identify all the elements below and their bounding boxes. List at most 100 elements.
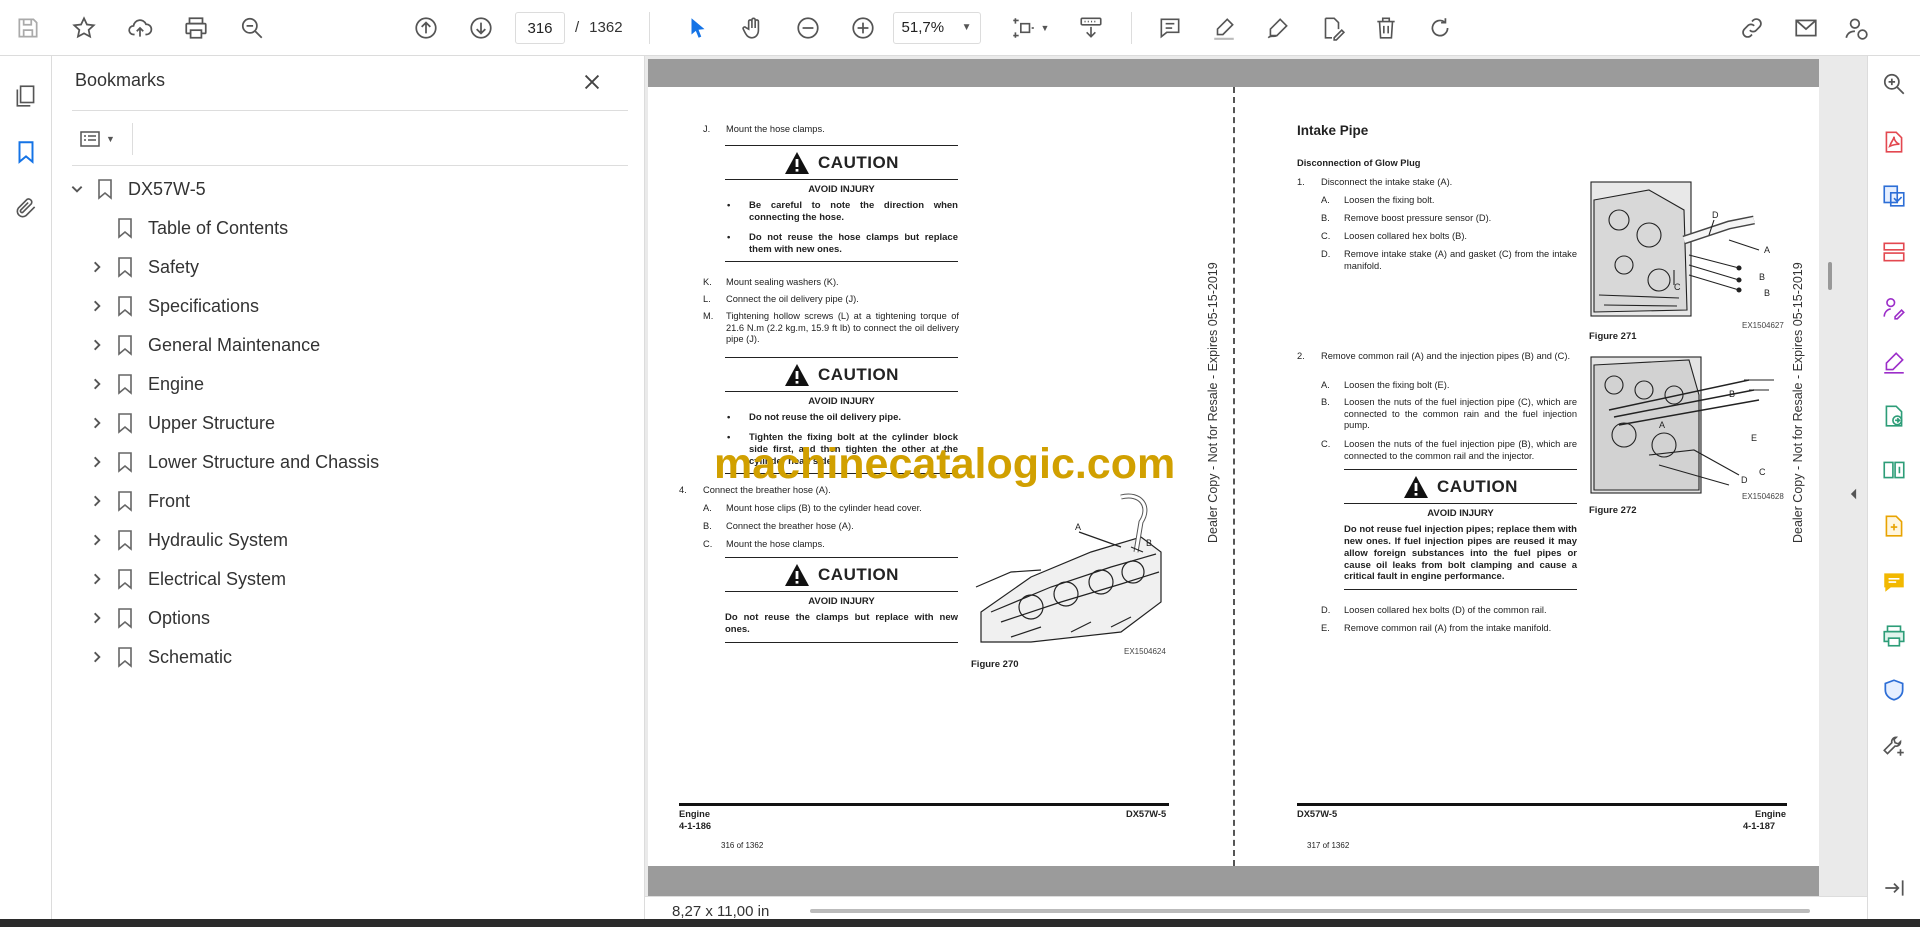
step-text: Loosen collared hex bolts (B). [1344, 231, 1467, 241]
callout-label: B [1764, 288, 1771, 298]
next-page-icon[interactable] [461, 8, 501, 48]
callout-label: A [1764, 245, 1771, 255]
main-toolbar: 316 / 1362 51,7% ▼ ▼ [0, 0, 1920, 56]
figure-id: EX1504624 [1124, 647, 1166, 656]
bookmark-item[interactable]: General Maintenance [88, 330, 320, 360]
delete-icon[interactable] [1366, 8, 1406, 48]
step-text: Mount hose clips (B) to the cylinder hea… [726, 503, 922, 513]
caution-box: CAUTION AVOID INJURY Do not reuse the cl… [725, 557, 958, 643]
warning-icon [785, 563, 810, 586]
export-pdf-icon[interactable] [1880, 128, 1908, 156]
bookmarks-toolbar: ▼ [72, 110, 628, 166]
chevron-down-icon[interactable]: ▼ [1041, 23, 1050, 33]
bookmark-item[interactable]: DX57W-5 [68, 174, 206, 204]
figure-271-image: D A B B C [1589, 180, 1782, 318]
bookmark-item[interactable]: Table of Contents [88, 213, 288, 243]
share-link-icon[interactable] [1732, 8, 1772, 48]
protect-shield-icon[interactable] [1880, 676, 1908, 704]
warning-icon [1404, 475, 1429, 498]
bookmark-icon [116, 217, 134, 239]
caution-bullet: Do not reuse the oil delivery pipe. [749, 411, 902, 423]
redo-icon[interactable] [1420, 8, 1460, 48]
star-icon[interactable] [64, 8, 104, 48]
zoom-search-icon[interactable] [1880, 70, 1908, 98]
chevron-right-icon[interactable] [88, 375, 106, 393]
vertical-scrollbar[interactable] [1828, 262, 1832, 290]
select-cursor-icon[interactable] [678, 8, 718, 48]
chevron-right-icon[interactable] [88, 570, 106, 588]
organize-pages-icon[interactable] [1880, 238, 1908, 266]
chevron-right-icon[interactable] [88, 297, 106, 315]
step-text: Loosen the nuts of the fuel injection pi… [1344, 397, 1577, 431]
bookmark-icon [116, 451, 134, 473]
print-icon[interactable] [176, 8, 216, 48]
chevron-right-icon[interactable] [88, 531, 106, 549]
bookmark-item[interactable]: Front [88, 486, 190, 516]
bookmark-label: Safety [148, 256, 200, 277]
step-text: Disconnect the intake stake (A). [1321, 177, 1453, 187]
bookmark-icon [116, 607, 134, 629]
print-production-icon[interactable] [1880, 622, 1908, 650]
bookmark-item[interactable]: Electrical System [88, 564, 286, 594]
step-text: Connect the oil delivery pipe (J). [726, 294, 859, 304]
chevron-right-icon[interactable] [88, 258, 106, 276]
page-number-input[interactable]: 316 [515, 11, 565, 44]
chevron-right-icon[interactable] [88, 336, 106, 354]
page-thumbnails-icon[interactable] [0, 68, 52, 124]
bookmark-item[interactable]: Options [88, 603, 210, 633]
highlight-pen-icon[interactable] [1204, 8, 1244, 48]
edit-text-icon[interactable] [1312, 8, 1352, 48]
more-tools-icon[interactable] [1880, 732, 1908, 760]
previous-page-icon[interactable] [406, 8, 446, 48]
comment-tool-icon[interactable] [1880, 568, 1908, 596]
bookmark-item[interactable]: Hydraulic System [88, 525, 288, 555]
zoom-out-icon[interactable] [788, 8, 828, 48]
bookmark-item[interactable]: Engine [88, 369, 204, 399]
export-file-icon[interactable] [1880, 512, 1908, 540]
upload-cloud-icon[interactable] [120, 8, 160, 48]
footer-model: DX57W-5 [1297, 809, 1338, 819]
caution-bullet: Be careful to note the direction when co… [749, 199, 958, 223]
draw-icon[interactable] [1258, 8, 1298, 48]
close-icon[interactable] [578, 68, 606, 96]
collapse-right-panel-icon[interactable] [1845, 476, 1861, 512]
callout-label: E [1751, 433, 1758, 443]
scroll-mode-icon[interactable] [1071, 8, 1111, 48]
chevron-down-icon: ▼ [106, 134, 115, 144]
convert-pdf-icon[interactable] [1880, 182, 1908, 210]
expand-panel-icon[interactable] [1880, 874, 1908, 902]
bookmark-item[interactable]: Specifications [88, 291, 259, 321]
chevron-down-icon[interactable] [68, 180, 86, 198]
page-total: 1362 [589, 19, 623, 36]
chevron-right-icon[interactable] [88, 492, 106, 510]
bookmark-item[interactable]: Safety [88, 252, 199, 282]
chevron-right-icon[interactable] [88, 648, 106, 666]
chevron-right-icon[interactable] [88, 414, 106, 432]
request-signature-icon[interactable] [1880, 294, 1908, 322]
comment-icon[interactable] [1150, 8, 1190, 48]
user-account-icon[interactable] [1836, 8, 1876, 48]
find-zoom-icon[interactable] [232, 8, 272, 48]
zoom-select[interactable]: 51,7% ▼ [892, 11, 981, 44]
compare-files-icon[interactable] [1880, 456, 1908, 484]
chevron-right-icon[interactable] [88, 453, 106, 471]
save-icon[interactable] [8, 8, 48, 48]
bookmark-item[interactable]: Upper Structure [88, 408, 275, 438]
hand-tool-icon[interactable] [733, 8, 773, 48]
attachments-icon[interactable] [0, 180, 52, 236]
bookmarks-icon[interactable] [0, 124, 52, 180]
email-icon[interactable] [1786, 8, 1826, 48]
footer-page-number: 4-1-186 [679, 821, 712, 831]
step-number: 4. [679, 485, 687, 495]
bookmark-label: DX57W-5 [128, 178, 206, 199]
fill-sign-icon[interactable] [1880, 348, 1908, 376]
caution-bullet: Do not reuse the hose clamps but replace… [749, 231, 958, 255]
chevron-right-icon[interactable] [88, 609, 106, 627]
horizontal-scrollbar[interactable] [810, 909, 1810, 913]
bookmark-item[interactable]: Lower Structure and Chassis [88, 447, 379, 477]
bookmark-item[interactable]: Schematic [88, 642, 232, 672]
send-file-icon[interactable] [1880, 402, 1908, 430]
bookmark-options-button[interactable]: ▼ [78, 123, 122, 155]
page-fit-icon[interactable] [1003, 8, 1043, 48]
zoom-in-icon[interactable] [843, 8, 883, 48]
